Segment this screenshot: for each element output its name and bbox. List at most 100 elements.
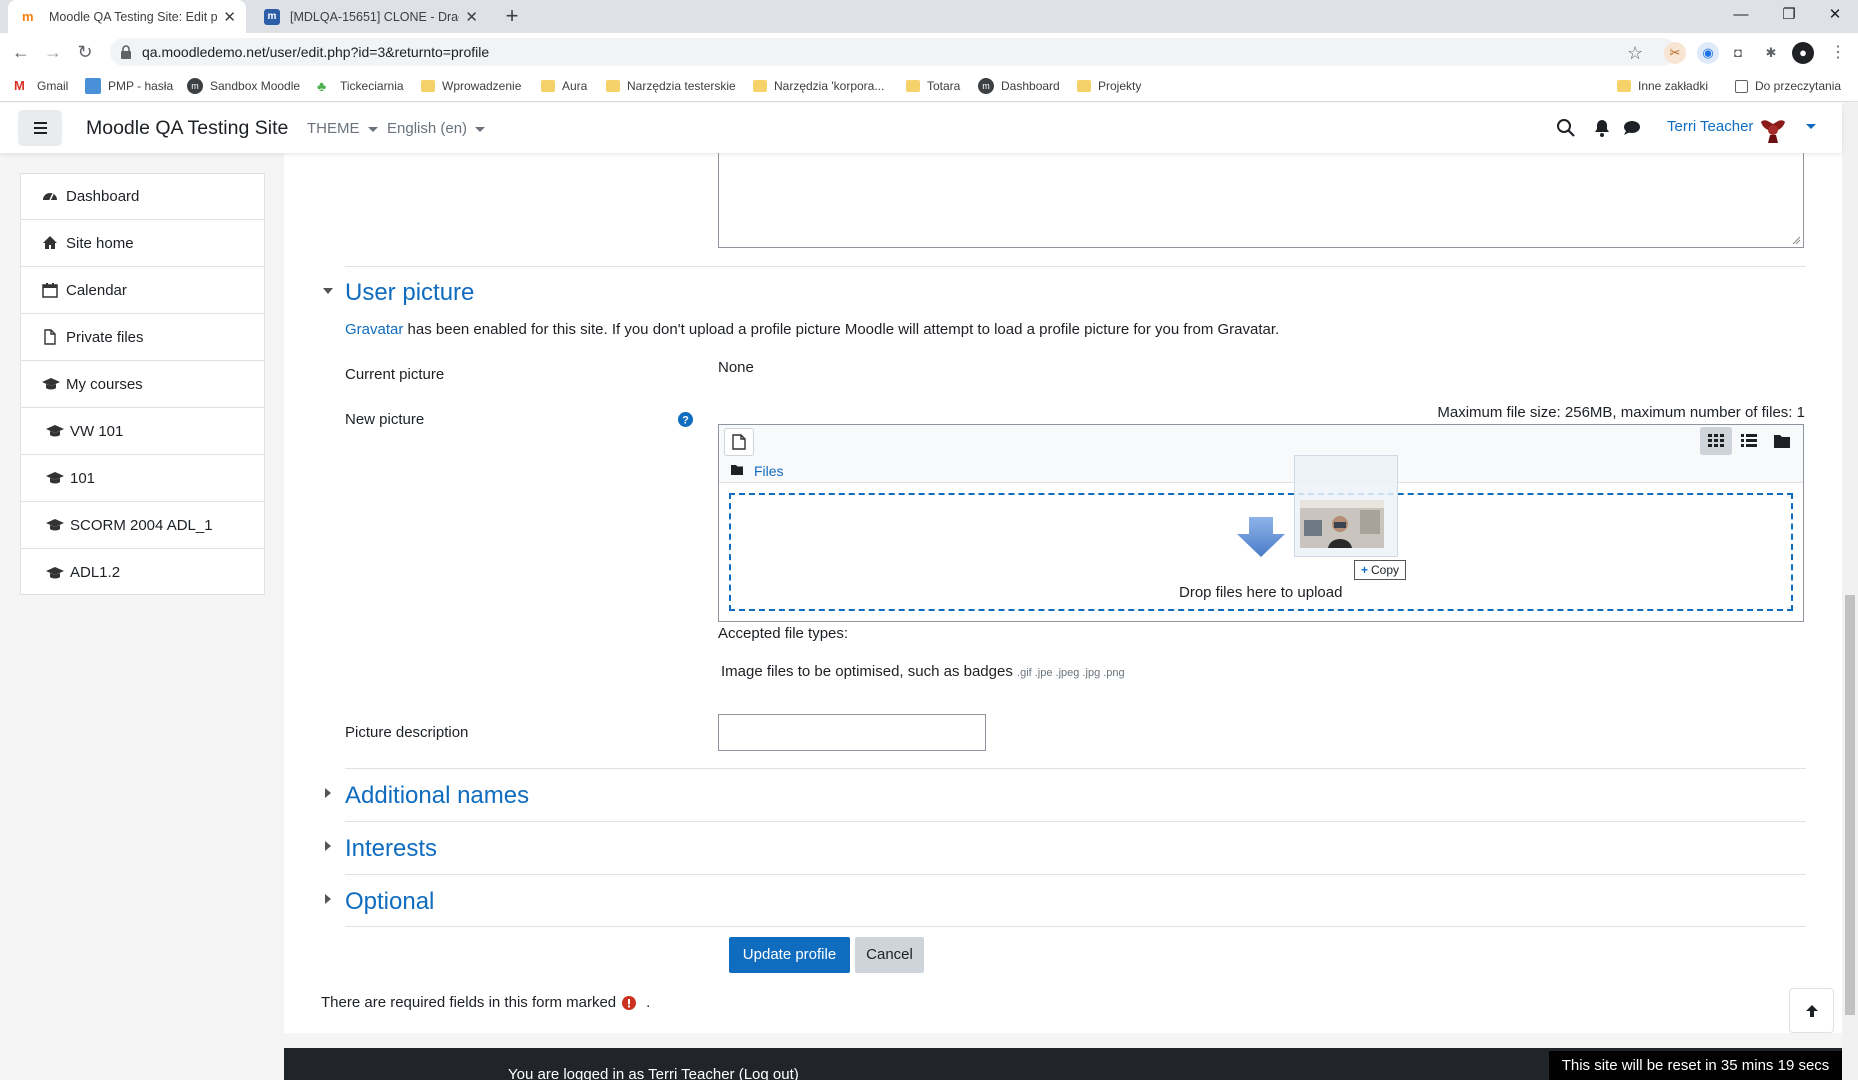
sidebar-item-site-home[interactable]: Site home <box>20 220 265 267</box>
theme-dropdown[interactable]: THEME <box>307 120 378 137</box>
camera-icon[interactable]: ◘ <box>1727 42 1749 64</box>
sidebar-item-calendar[interactable]: Calendar <box>20 267 265 314</box>
view-icons-button[interactable] <box>1700 427 1732 455</box>
graduation-cap-icon <box>46 470 64 486</box>
forward-icon[interactable]: → <box>40 40 66 66</box>
picture-description-input[interactable] <box>718 714 986 751</box>
reload-icon[interactable]: ↻ <box>72 40 98 66</box>
sidebar-item-course[interactable]: SCORM 2004 ADL_1 <box>20 502 265 549</box>
profile-icon[interactable]: ● <box>1792 42 1814 64</box>
description-textarea[interactable] <box>718 153 1804 248</box>
bookmark-label: Totara <box>927 79 961 93</box>
back-to-top-button[interactable] <box>1789 988 1834 1033</box>
logged-in-text: You are logged in as Terri Teacher (Log … <box>508 1066 799 1080</box>
gravatar-notice: Gravatar has been enabled for this site.… <box>345 321 1279 338</box>
sidebar-item-my-courses[interactable]: My courses <box>20 361 265 408</box>
browser-tab-moodle[interactable]: m Moodle QA Testing Site: Edit profi ✕ <box>8 0 246 33</box>
browser-menu-icon[interactable]: ⋮ <box>1830 42 1846 62</box>
gmail-icon: M <box>14 78 25 93</box>
resize-handle-icon[interactable] <box>1791 235 1801 245</box>
bookmark-label: Aura <box>562 79 588 93</box>
nav-drawer-toggle[interactable] <box>18 110 62 146</box>
bookmark-label: Narzędzia testerskie <box>627 79 736 93</box>
sidebar-item-course[interactable]: ADL1.2 <box>20 549 265 596</box>
expand-caret-icon[interactable] <box>324 787 332 799</box>
files-breadcrumb-link[interactable]: Files <box>754 463 784 479</box>
bookmark-dashboard[interactable]: m Dashboard <box>978 76 1060 96</box>
add-file-icon <box>732 434 746 450</box>
search-icon[interactable] <box>1556 118 1576 138</box>
extension-icon[interactable]: ✂ <box>1664 42 1686 64</box>
bookmark-reading-list[interactable]: Do przeczytania <box>1735 76 1841 96</box>
section-divider <box>345 821 1806 822</box>
bookmark-folder[interactable]: Wprowadzenie <box>421 76 521 96</box>
update-profile-button[interactable]: Update profile <box>729 937 850 973</box>
site-name[interactable]: Moodle QA Testing Site <box>86 117 288 140</box>
bookmark-folder[interactable]: Narzędzia testerskie <box>606 76 736 96</box>
new-tab-icon[interactable]: + <box>498 3 526 31</box>
section-heading-optional[interactable]: Optional <box>345 888 434 916</box>
bookmark-gmail[interactable]: M Gmail <box>14 76 68 96</box>
minimize-icon[interactable]: — <box>1718 0 1764 33</box>
required-note-text: There are required fields in this form m… <box>321 994 617 1011</box>
picture-description-label: Picture description <box>345 724 469 741</box>
back-icon[interactable]: ← <box>8 40 34 66</box>
sidebar-item-dashboard[interactable]: Dashboard <box>20 173 265 220</box>
browser-tab-jira[interactable]: m [MDLQA-15651] CLONE - Drag a ✕ <box>250 0 488 33</box>
bookmark-label: Projekty <box>1098 79 1142 93</box>
graduation-cap-icon <box>46 423 64 439</box>
bookmark-sandbox[interactable]: m Sandbox Moodle <box>187 76 300 96</box>
scrollbar-thumb[interactable] <box>1845 595 1855 1015</box>
bookmark-folder[interactable]: Aura <box>541 76 587 96</box>
view-tree-button[interactable] <box>1766 427 1798 455</box>
cancel-button[interactable]: Cancel <box>855 937 924 973</box>
notifications-bell-icon[interactable] <box>1592 118 1612 138</box>
drag-copy-badge: + Copy <box>1354 560 1407 580</box>
gravatar-text: has been enabled for this site. If you d… <box>407 321 1280 338</box>
user-menu-caret-icon[interactable] <box>1806 117 1816 134</box>
restore-icon[interactable]: ❐ <box>1766 0 1812 33</box>
section-heading-interests[interactable]: Interests <box>345 835 437 863</box>
tab-title: Moodle QA Testing Site: Edit profi <box>49 9 218 24</box>
extension-icon[interactable]: ◉ <box>1697 42 1719 64</box>
graduation-cap-icon <box>46 565 64 581</box>
help-icon[interactable]: ? <box>678 412 693 427</box>
section-heading-user-picture[interactable]: User picture <box>345 279 474 307</box>
language-dropdown[interactable]: English (en) <box>387 120 486 137</box>
gravatar-link[interactable]: Gravatar <box>345 321 403 338</box>
close-tab-icon[interactable]: ✕ <box>223 8 236 26</box>
collapse-caret-icon[interactable] <box>322 286 334 296</box>
required-note-end: . <box>646 994 651 1011</box>
expand-caret-icon[interactable] <box>324 840 332 852</box>
user-avatar[interactable] <box>1755 110 1791 146</box>
user-name[interactable]: Terri Teacher <box>1667 118 1753 135</box>
dragged-image-thumbnail <box>1300 500 1384 548</box>
caret-down-icon <box>475 126 486 132</box>
sidebar-item-label: Site home <box>66 234 134 252</box>
extensions-puzzle-icon[interactable]: ✱ <box>1760 42 1782 64</box>
expand-caret-icon[interactable] <box>324 893 332 905</box>
tab-title: [MDLQA-15651] CLONE - Drag a <box>290 9 460 24</box>
bookmark-pmp[interactable]: PMP - hasła <box>85 76 173 96</box>
bookmark-folder[interactable]: Totara <box>906 76 960 96</box>
bookmark-label: Do przeczytania <box>1755 79 1842 93</box>
close-tab-icon[interactable]: ✕ <box>465 8 478 26</box>
bookmark-folder[interactable]: Narzędzia 'korpora... <box>753 76 884 96</box>
sidebar-item-private-files[interactable]: Private files <box>20 314 265 361</box>
sidebar-item-course[interactable]: VW 101 <box>20 408 265 455</box>
bookmark-other[interactable]: Inne zakładki <box>1617 76 1708 96</box>
bookmark-tickeciarnia[interactable]: ♣ Tickeciarnia <box>317 76 404 96</box>
sidebar-item-course[interactable]: 101 <box>20 455 265 502</box>
messages-icon[interactable] <box>1622 118 1642 138</box>
sidebar-item-label: My courses <box>66 375 143 393</box>
bookmark-star-icon[interactable]: ☆ <box>1627 43 1643 64</box>
section-heading-additional-names[interactable]: Additional names <box>345 782 529 810</box>
hamburger-icon <box>34 122 47 134</box>
bookmark-label: Tickeciarnia <box>340 79 404 93</box>
view-list-button[interactable] <box>1733 427 1765 455</box>
bookmark-folder[interactable]: Projekty <box>1077 76 1141 96</box>
close-window-icon[interactable]: ✕ <box>1812 0 1858 33</box>
bookmark-label: Wprowadzenie <box>442 79 522 93</box>
add-file-button[interactable] <box>724 428 754 456</box>
home-icon <box>42 235 58 251</box>
